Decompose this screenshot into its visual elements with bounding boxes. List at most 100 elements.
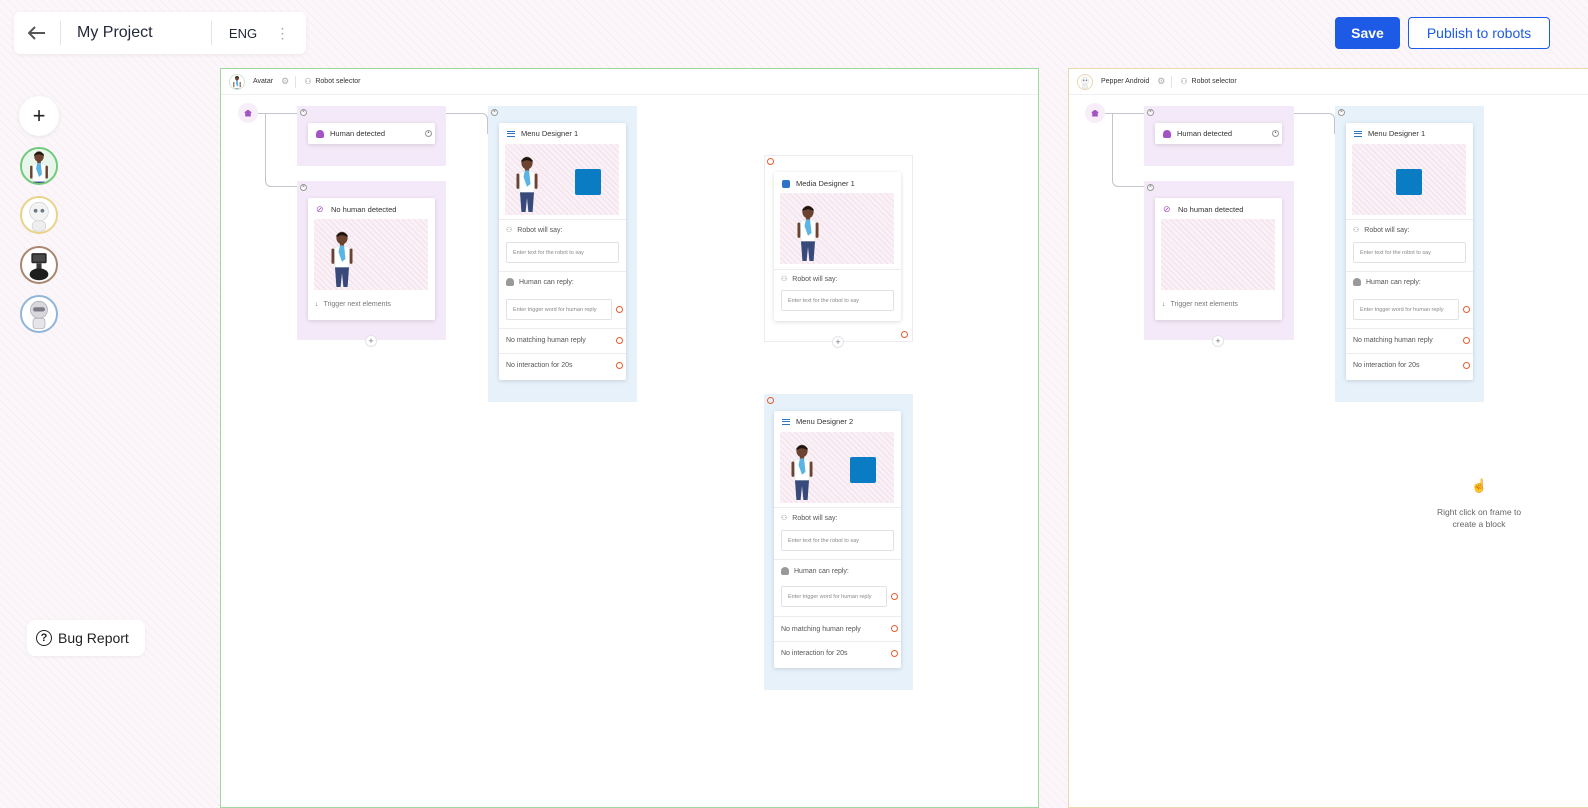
back-button[interactable]: [14, 12, 60, 54]
output-port-icon[interactable]: [1463, 362, 1470, 369]
input-port-icon[interactable]: [767, 158, 774, 165]
robot-say-label: Robot will say:: [517, 226, 563, 234]
robot-say-input[interactable]: Enter text for the robot to say: [781, 290, 894, 311]
trigger-next-label: Trigger next elements: [1170, 301, 1238, 308]
divider: [774, 559, 901, 560]
menu-icon: [782, 418, 790, 425]
output-port-icon[interactable]: [891, 625, 898, 632]
output-port-icon[interactable]: [616, 337, 623, 344]
close-icon[interactable]: ×: [1147, 184, 1154, 191]
output-port-icon[interactable]: [1463, 337, 1470, 344]
media-preview-empty: [1161, 219, 1275, 290]
media-preview: [780, 432, 894, 503]
close-icon[interactable]: ×: [300, 109, 307, 116]
divider: [774, 269, 901, 270]
human-detected-card[interactable]: Human detected •: [1155, 123, 1282, 144]
gear-icon[interactable]: ⚙: [281, 76, 289, 87]
publish-to-robots-button[interactable]: Publish to robots: [1408, 17, 1550, 49]
frame-header: Avatar ⚙ ⚇ Robot selector: [221, 69, 1038, 95]
start-home-button[interactable]: [238, 103, 258, 123]
card-title: Menu Designer 1: [1368, 129, 1426, 138]
robot-selector[interactable]: Robot selector: [315, 78, 360, 85]
save-button[interactable]: Save: [1335, 17, 1400, 49]
robot-avatar-nao[interactable]: [20, 295, 58, 333]
human-reply-input[interactable]: Enter trigger word for human reply: [506, 299, 612, 320]
robot-avatar-pepper[interactable]: [20, 196, 58, 234]
robot-avatar-temi[interactable]: [20, 246, 58, 284]
human-detected-card[interactable]: Human detected •: [308, 123, 435, 144]
no-match-label: No matching human reply: [506, 337, 586, 344]
media-designer-1-card[interactable]: Media Designer 1 ⚇ Robot will say: Enter…: [774, 172, 901, 321]
human-detected-label: Human detected: [1177, 129, 1233, 138]
human-reply-input[interactable]: Enter trigger word for human reply: [1353, 299, 1459, 320]
no-interaction-label: No interaction for 20s: [506, 362, 573, 369]
robot-say-label: Robot will say:: [1364, 226, 1410, 234]
add-block-button[interactable]: +: [365, 335, 377, 347]
menu-button-preview: [575, 169, 601, 195]
output-port-icon[interactable]: [901, 331, 908, 338]
card-title: Menu Designer 1: [521, 129, 579, 138]
divider: [499, 271, 626, 272]
close-icon[interactable]: ×: [1338, 109, 1345, 116]
home-icon: [1091, 109, 1099, 117]
person-icon: [1353, 278, 1361, 286]
menu-designer-2-card[interactable]: Menu Designer 2 ⚇ Robot will say: Enter …: [774, 411, 901, 668]
output-port-icon[interactable]: [891, 650, 898, 657]
robot-say-input[interactable]: Enter text for the robot to say: [506, 242, 619, 263]
project-toolbar: My Project ENG ⋮: [14, 12, 306, 54]
human-reply-label: Human can reply:: [1366, 278, 1421, 286]
robot-selector[interactable]: Robot selector: [1192, 78, 1237, 85]
human-detected-label: Human detected: [330, 129, 386, 138]
start-home-button[interactable]: [1085, 103, 1105, 123]
output-port-icon[interactable]: •: [1272, 130, 1279, 137]
no-human-detected-card[interactable]: ⊘ No human detected ↓ Trigger next eleme…: [308, 198, 435, 320]
output-port-icon[interactable]: [891, 593, 898, 600]
robot-say-label: Robot will say:: [792, 275, 838, 283]
robot-frame-pepper-android[interactable]: Pepper Android ⚙ ⚇ Robot selector: [1068, 68, 1588, 808]
output-port-icon[interactable]: [616, 362, 623, 369]
close-icon[interactable]: ×: [1147, 109, 1154, 116]
robot-avatar-avatar[interactable]: [20, 147, 58, 185]
add-block-button[interactable]: +: [832, 336, 844, 348]
card-title: Menu Designer 2: [796, 417, 854, 426]
divider: [499, 328, 626, 329]
human-reply-input[interactable]: Enter trigger word for human reply: [781, 586, 887, 607]
robot-say-label: Robot will say:: [792, 514, 838, 522]
bug-report-button[interactable]: ? Bug Report: [27, 620, 145, 656]
arrow-left-icon: [28, 26, 45, 40]
output-port-icon[interactable]: [1463, 306, 1470, 313]
add-block-button[interactable]: +: [1212, 335, 1224, 347]
robot-say-input[interactable]: Enter text for the robot to say: [781, 530, 894, 551]
divider: [774, 507, 901, 508]
add-robot-button[interactable]: +: [19, 96, 59, 136]
media-preview: [780, 193, 894, 264]
create-block-hint: Right click on frame to create a block: [1436, 507, 1522, 529]
close-icon[interactable]: ×: [491, 109, 498, 116]
pepper-robot-icon: [1077, 73, 1093, 90]
robot-say-input[interactable]: Enter text for the robot to say: [1353, 242, 1466, 263]
project-title[interactable]: My Project: [61, 24, 211, 42]
divider: [1346, 219, 1473, 220]
person-off-icon: ⊘: [316, 204, 324, 214]
avatar-preview: [314, 219, 428, 290]
input-port-icon[interactable]: [767, 397, 774, 404]
output-port-icon[interactable]: [616, 306, 623, 313]
more-vertical-icon[interactable]: ⋮: [274, 25, 290, 42]
pointer-hand-icon: ☝: [1471, 478, 1488, 493]
menu-designer-1-card[interactable]: Menu Designer 1 ⚇ Robot will say: Enter …: [499, 123, 626, 380]
temi-robot-icon: [29, 253, 49, 281]
connector-line: [265, 113, 298, 187]
person-icon: [316, 129, 324, 138]
divider: [295, 75, 297, 88]
avatar-figure-icon: [331, 231, 353, 288]
person-icon: [506, 278, 514, 286]
output-port-icon[interactable]: •: [425, 130, 432, 137]
language-selector[interactable]: ENG: [212, 26, 274, 41]
divider: [1171, 75, 1173, 88]
close-icon[interactable]: ×: [300, 184, 307, 191]
menu-designer-1-card[interactable]: Menu Designer 1 ⚇ Robot will say: Enter …: [1346, 123, 1473, 380]
robot-icon: ⚇: [1353, 227, 1360, 234]
avatar-icon: [22, 149, 56, 183]
no-human-detected-card[interactable]: ⊘ No human detected ↓ Trigger next eleme…: [1155, 198, 1282, 320]
gear-icon[interactable]: ⚙: [1157, 76, 1165, 87]
